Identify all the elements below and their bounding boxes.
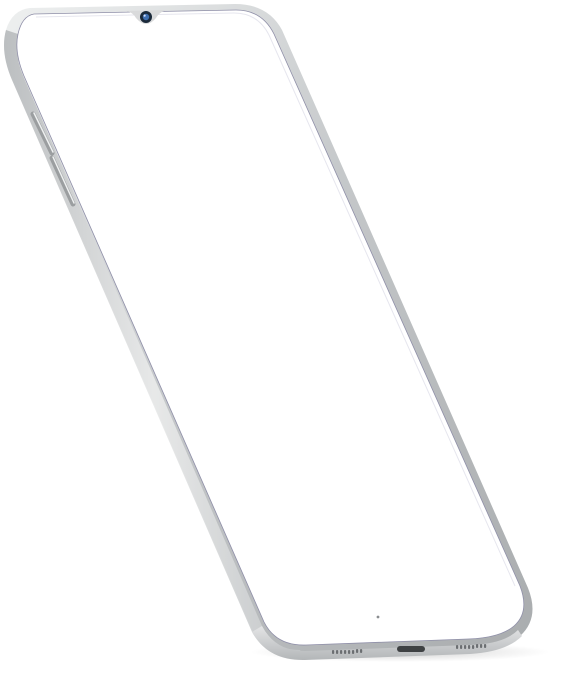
phone-illustration bbox=[4, 4, 550, 662]
screen-display bbox=[16, 9, 525, 646]
microphone-icon bbox=[376, 615, 380, 619]
phone-mockup bbox=[0, 0, 574, 675]
usb-c-port-icon bbox=[397, 646, 425, 652]
front-camera-icon bbox=[140, 11, 152, 23]
